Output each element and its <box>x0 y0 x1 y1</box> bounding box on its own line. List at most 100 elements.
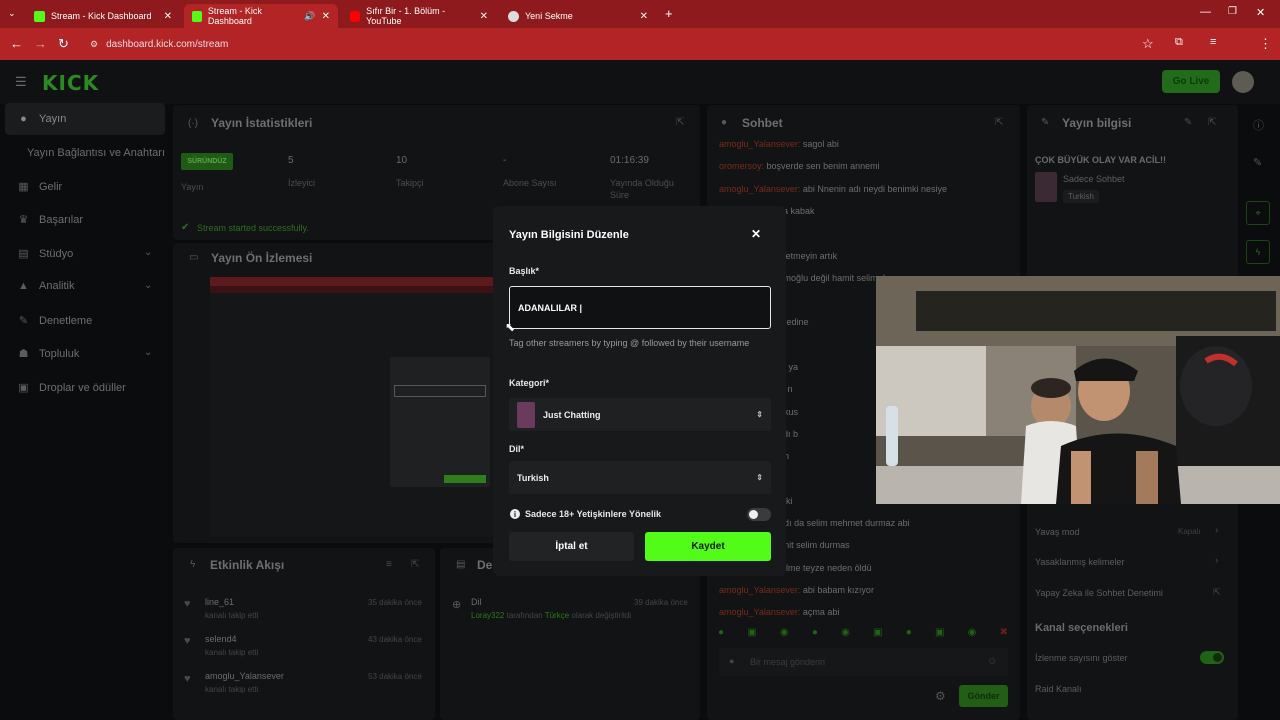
browser-menu-icon[interactable]: ⋮ <box>1259 36 1272 52</box>
sidebar-item-yayin[interactable]: ● Yayın <box>18 113 66 125</box>
emote-icon[interactable]: ◉ <box>968 627 977 641</box>
raid-channel-label[interactable]: Raid Kanalı <box>1035 684 1082 694</box>
popout-icon[interactable]: ⇱ <box>995 117 1003 128</box>
window-close-icon[interactable]: ✕ <box>1256 6 1265 19</box>
filter-icon[interactable]: ≡ <box>386 559 392 570</box>
emote-icon[interactable]: ✖ <box>1000 627 1008 641</box>
sidebar-item-analitik[interactable]: ▲ Analitik <box>18 280 74 292</box>
chevron-right-icon[interactable]: › <box>1215 555 1218 566</box>
reload-icon[interactable]: ↻ <box>58 36 69 52</box>
chevron-right-icon[interactable]: › <box>1215 525 1218 536</box>
emote-icon[interactable]: ◉ <box>780 627 789 641</box>
site-info-icon[interactable]: ⚙ <box>90 39 98 50</box>
title-input[interactable]: ADANALILAR | <box>509 286 771 329</box>
language-select[interactable]: Turkish ⇕ <box>509 461 771 494</box>
popout-icon[interactable]: ⇱ <box>411 559 419 570</box>
just-chatting-thumbnail <box>517 401 535 428</box>
webcam-image <box>876 276 1280 504</box>
media-control-icon[interactable]: ≡ <box>1210 36 1216 48</box>
toggle-knob <box>749 510 758 519</box>
extensions-icon[interactable]: ⧉ <box>1175 36 1183 49</box>
sidebar-item-droplar[interactable]: ▣ Droplar ve ödüller <box>18 381 126 395</box>
emote-icon[interactable]: ● <box>718 627 724 641</box>
cancel-button[interactable]: İptal et <box>509 532 634 561</box>
browser-tab-4[interactable]: Yeni Sekme ✕ <box>500 4 656 28</box>
preview-title: Yayın Ön İzlemesi <box>211 251 313 265</box>
chevron-down-icon[interactable]: ⌄ <box>144 347 152 358</box>
emote-icon[interactable]: ● <box>812 627 818 641</box>
tab-list-chevron-icon[interactable]: ⌄ <box>8 8 16 19</box>
chat-message-text: boşverde sen benim annemi <box>766 161 880 172</box>
banned-words-label[interactable]: Yasaklanmış kelimeler <box>1035 557 1124 567</box>
maximize-icon[interactable]: ❐ <box>1228 6 1237 17</box>
change-user[interactable]: Loray322 <box>471 611 504 620</box>
tab-label: Yeni Sekme <box>525 11 573 21</box>
external-link-icon[interactable]: ⇱ <box>1213 587 1221 598</box>
emote-icon[interactable]: ▣ <box>935 627 944 641</box>
emote-icon[interactable]: ▣ <box>747 627 756 641</box>
chat-settings-gear-icon[interactable]: ⚙ <box>935 689 946 703</box>
send-button[interactable]: Gönder <box>959 685 1008 707</box>
sidebar-item-denetleme[interactable]: ✎ Denetleme <box>18 314 92 328</box>
address-bar[interactable]: ⚙ dashboard.kick.com/stream <box>80 32 1130 56</box>
tab-close-icon[interactable]: ✕ <box>480 11 488 22</box>
sidebar-item-stream-key[interactable]: Yayın Bağlantısı ve Anahtarı <box>27 147 165 159</box>
sidebar-item-gelir[interactable]: ▦ Gelir <box>18 180 62 194</box>
tab-close-icon[interactable]: ✕ <box>640 11 648 22</box>
chat-username[interactable]: oromersoy: <box>719 161 764 171</box>
bookmark-star-icon[interactable]: ☆ <box>1142 36 1154 52</box>
chat-input-box[interactable]: ● Bir mesaj gönderin ☺ <box>719 648 1008 676</box>
chat-username[interactable]: amoglu_Yalansever: <box>719 607 800 617</box>
target-icon[interactable]: ⌖ <box>1246 201 1270 225</box>
browser-tab-3[interactable]: Sıfır Bir - 1. Bölüm - YouTube ✕ <box>342 4 496 28</box>
tab-close-icon[interactable]: ✕ <box>322 11 330 22</box>
browser-tab-2[interactable]: Stream - Kick Dashboard 🔊 ✕ <box>184 4 338 28</box>
new-tab-icon[interactable]: + <box>665 6 673 21</box>
category-select[interactable]: Just Chatting ⇕ <box>509 398 771 431</box>
go-live-button[interactable]: Go Live <box>1162 70 1220 93</box>
activity-user[interactable]: line_61 <box>205 597 234 607</box>
kick-logo[interactable]: KICK <box>42 71 99 95</box>
chat-username[interactable]: amoglu_Yalansever: <box>719 139 800 149</box>
minimize-icon[interactable]: — <box>1200 6 1211 18</box>
activity-user[interactable]: amoglu_Yalansever <box>205 671 284 681</box>
bolt-icon[interactable]: ϟ <box>1246 240 1270 264</box>
stream-preview-video[interactable] <box>210 277 500 537</box>
chat-username[interactable]: amoglu_Yalansever: <box>719 585 800 595</box>
chevron-down-icon[interactable]: ⌄ <box>144 280 152 291</box>
category-field-label: Kategori* <box>509 378 550 388</box>
popout-icon[interactable]: ⇱ <box>1208 117 1216 128</box>
slow-mode-label[interactable]: Yavaş mod <box>1035 527 1079 537</box>
ai-moderation-label[interactable]: Yapay Zeka ile Sohbet Denetimi <box>1035 588 1163 598</box>
emote-icon[interactable]: ◉ <box>841 627 850 641</box>
pencil-icon[interactable]: ✎ <box>1253 156 1262 169</box>
current-category: Sadece Sohbet <box>1063 174 1125 184</box>
chat-username[interactable]: amoglu_Yalansever: <box>719 184 800 194</box>
browser-tab-1[interactable]: Stream - Kick Dashboard ✕ <box>26 4 180 28</box>
popout-icon[interactable]: ⇱ <box>676 117 684 128</box>
back-icon[interactable]: ← <box>10 36 23 51</box>
tab-close-icon[interactable]: ✕ <box>164 11 172 22</box>
audio-playing-icon[interactable]: 🔊 <box>304 11 315 22</box>
moderation-icon: ✎ <box>18 315 29 327</box>
activity-user[interactable]: selend4 <box>205 634 237 644</box>
forward-icon[interactable]: → <box>34 36 47 51</box>
avatar[interactable] <box>1232 71 1254 93</box>
change-text-end: olarak değiştirildi <box>571 611 631 620</box>
close-icon[interactable]: ✕ <box>751 227 761 241</box>
activity-action: kanalı takip etti <box>205 611 259 620</box>
sidebar-item-topluluk[interactable]: ☗ Topluluk <box>18 347 80 361</box>
sidebar-item-basarilar[interactable]: ♛ Başarılar <box>18 213 83 227</box>
edit-pencil-icon[interactable]: ✎ <box>1184 117 1192 128</box>
sidebar-item-studyo[interactable]: ▤ Stüdyo <box>18 247 73 261</box>
emote-icon[interactable]: ▣ <box>873 627 882 641</box>
preview-url-bar <box>210 286 500 293</box>
show-viewers-toggle[interactable] <box>1200 651 1224 664</box>
save-button[interactable]: Kaydet <box>645 532 771 561</box>
hamburger-menu-icon[interactable]: ☰ <box>15 74 27 90</box>
info-icon[interactable]: ⓘ <box>1253 117 1264 133</box>
emote-icon[interactable]: ● <box>906 627 912 641</box>
emoji-icon[interactable]: ☺ <box>987 656 997 667</box>
chevron-down-icon[interactable]: ⌄ <box>144 247 152 258</box>
chat-title: Sohbet <box>742 116 783 130</box>
